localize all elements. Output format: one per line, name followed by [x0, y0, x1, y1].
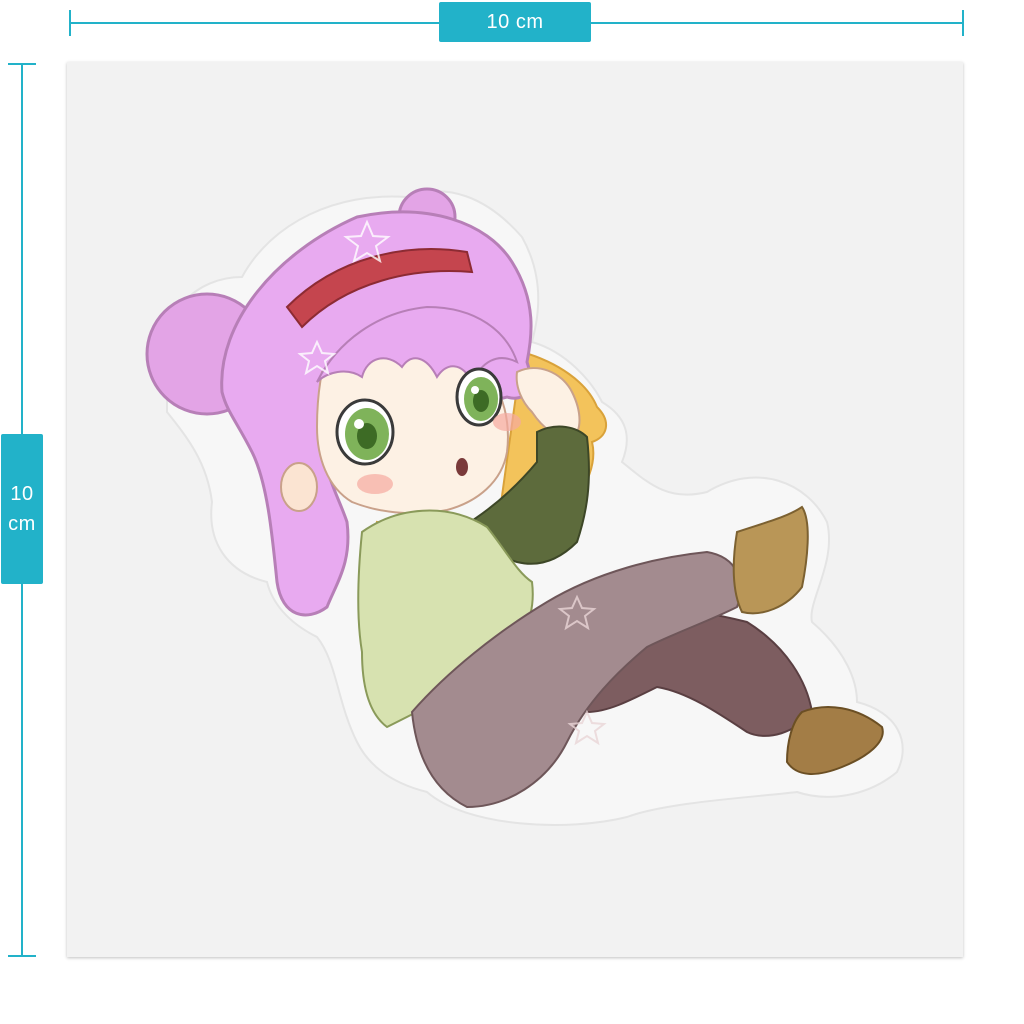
- right-cheek-blush: [493, 413, 521, 431]
- height-dimension-label: 10 cm: [1, 434, 43, 584]
- left-eye: [335, 398, 395, 466]
- width-dimension-tick-right: [962, 10, 964, 36]
- height-dimension-tick-bottom: [8, 955, 36, 957]
- chibi-girl-sticker-illustration: [145, 187, 904, 826]
- left-cheek-blush: [357, 474, 393, 494]
- right-eye: [455, 367, 503, 427]
- height-dimension-text-number: 10: [10, 483, 34, 505]
- width-dimension-text: 10 cm: [486, 10, 544, 33]
- mouth: [456, 458, 468, 476]
- height-dimension-text-unit: cm: [8, 513, 36, 535]
- height-dimension-tick-top: [8, 63, 36, 65]
- width-dimension-tick-left: [69, 10, 71, 36]
- sticker-sheet: [67, 62, 963, 957]
- ear: [280, 462, 318, 512]
- width-dimension-label: 10 cm: [439, 2, 591, 42]
